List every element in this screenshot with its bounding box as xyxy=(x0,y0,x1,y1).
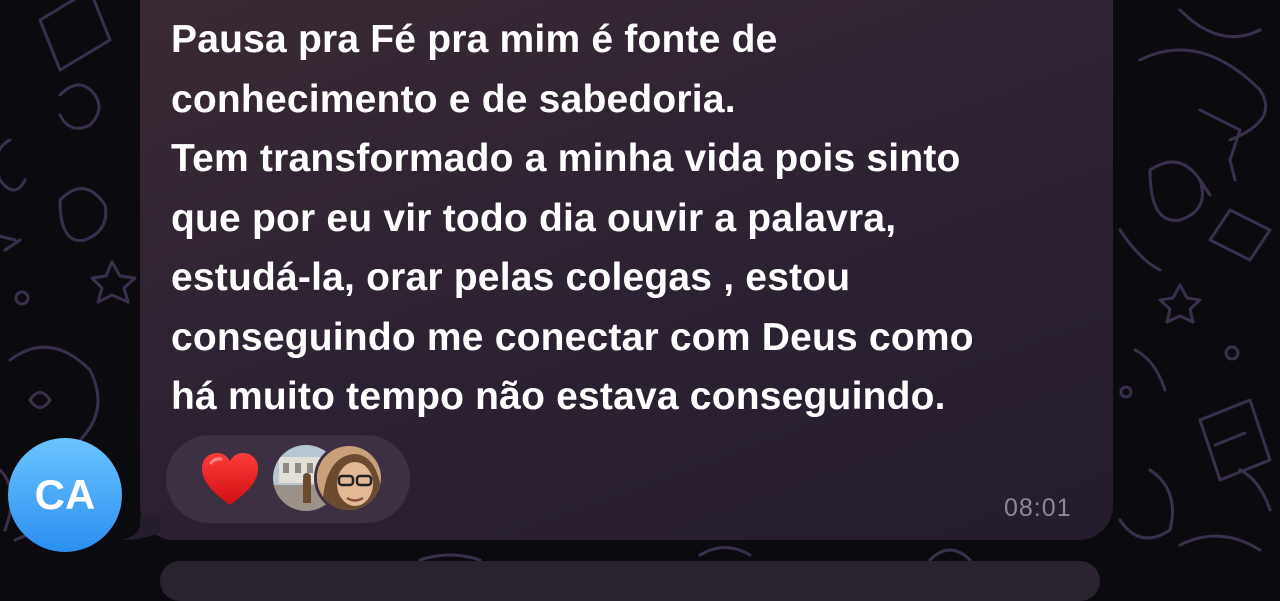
message-line: há muito tempo não estava conseguindo. xyxy=(171,375,946,418)
reactor-avatar-2[interactable] xyxy=(314,443,384,513)
message-line: estudá-la, orar pelas colegas , estou xyxy=(171,256,851,299)
next-message-bubble[interactable] xyxy=(160,561,1100,601)
message-timestamp: 08:01 xyxy=(1004,494,1072,522)
message-line: conhecimento e de sabedoria. xyxy=(171,77,736,121)
message-line: Tem transformado a minha vida pois sinto xyxy=(171,137,961,180)
message-line: Pausa pra Fé pra mim é fonte de xyxy=(171,18,778,61)
message-text: Pausa pra Fé pra mim é fonte de conhecim… xyxy=(171,10,1101,427)
message-line: que por eu vir todo dia ouvir a palavra, xyxy=(171,196,897,240)
message-line: conseguindo me conectar com Deus como xyxy=(171,315,974,359)
sender-avatar[interactable]: CA xyxy=(8,438,122,552)
red-heart-icon[interactable] xyxy=(201,453,259,507)
bubble-tail xyxy=(122,516,160,540)
